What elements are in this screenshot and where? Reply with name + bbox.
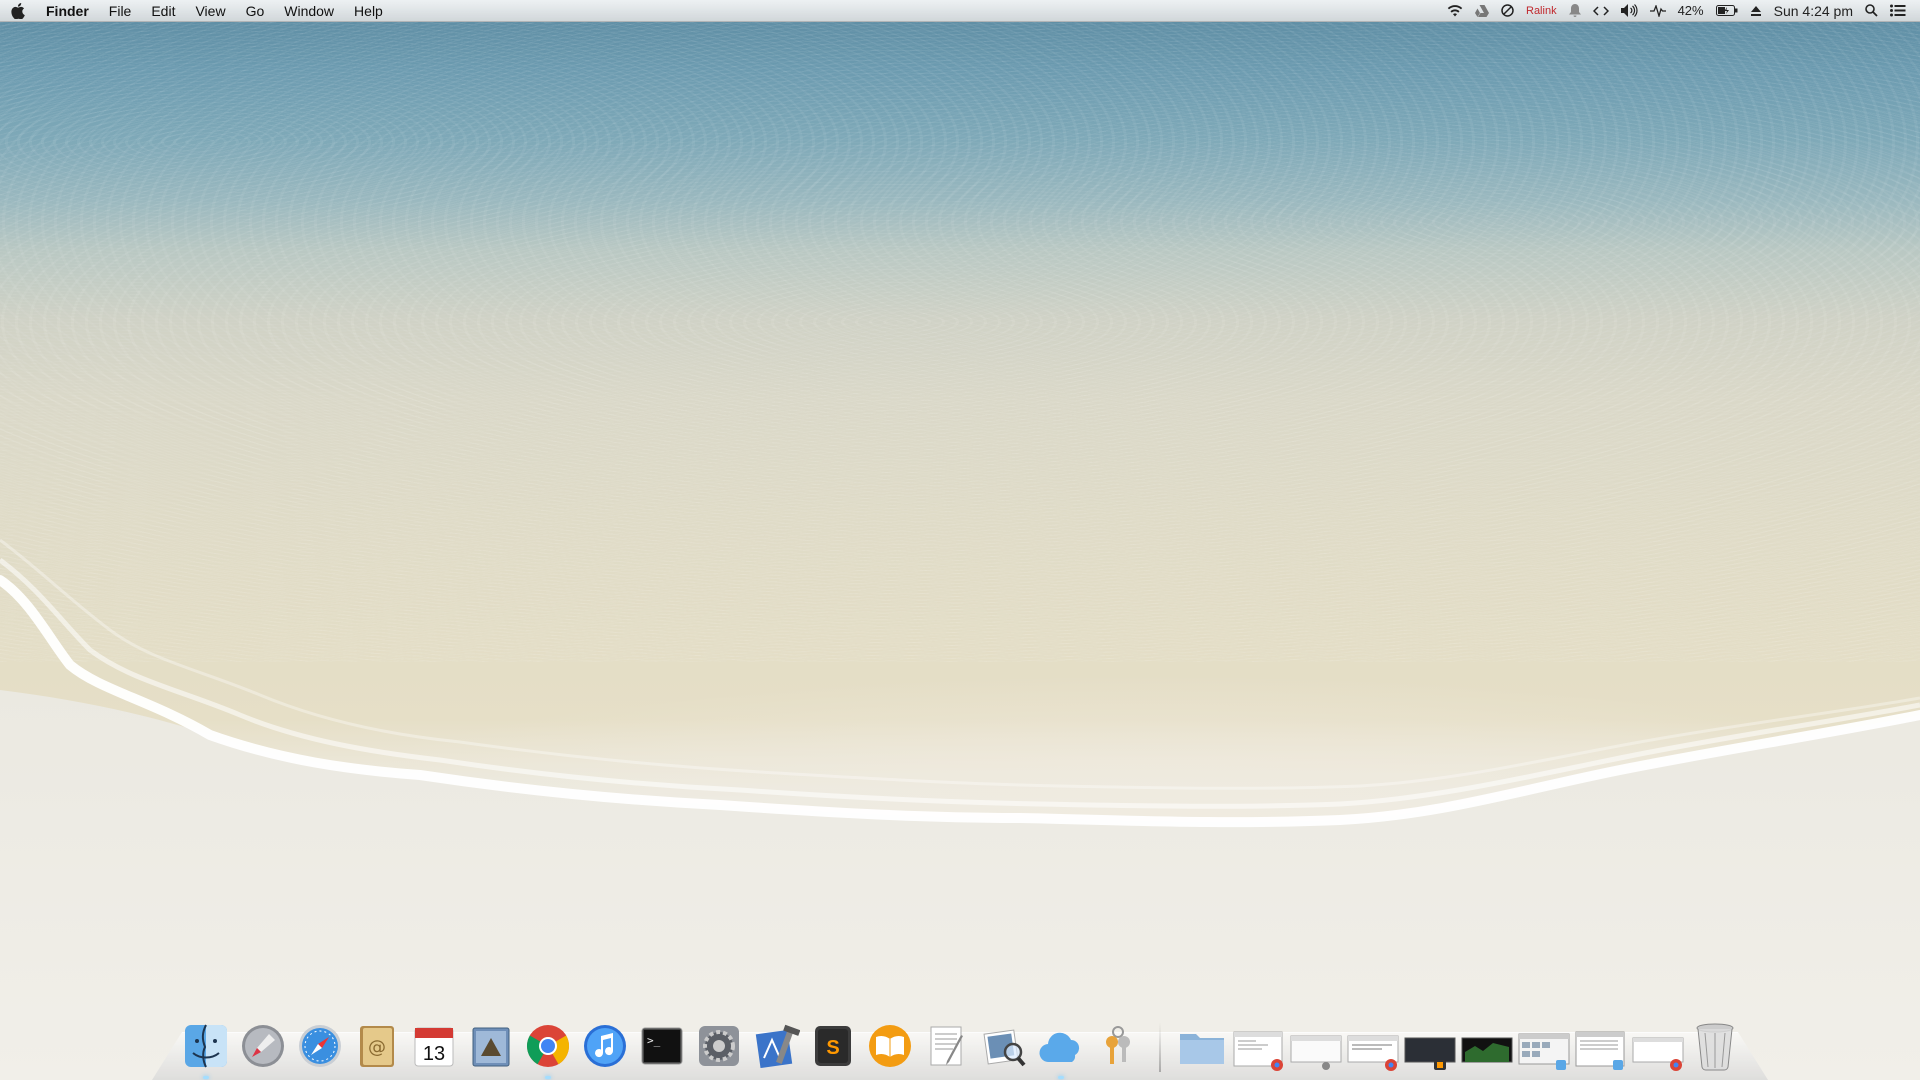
growl-icon[interactable]: [1563, 0, 1587, 22]
dock-preview[interactable]: [978, 1020, 1030, 1072]
eject-icon[interactable]: [1744, 0, 1768, 22]
dock-sublime-text[interactable]: S: [807, 1020, 859, 1072]
dock-cloud-app[interactable]: [1035, 1020, 1087, 1079]
dock-trash[interactable]: [1689, 1020, 1741, 1072]
window-thumbnail-icon: [1518, 1033, 1570, 1070]
terminal-icon: >_: [641, 1027, 683, 1065]
menu-go[interactable]: Go: [236, 0, 275, 22]
window-thumbnail-icon: [1461, 1037, 1513, 1063]
menu-app-name[interactable]: Finder: [36, 0, 99, 22]
menu-view[interactable]: View: [185, 0, 235, 22]
do-not-disturb-icon[interactable]: [1495, 0, 1520, 22]
battery-percentage[interactable]: 42%: [1672, 0, 1710, 22]
dock-separator: [1159, 1022, 1161, 1072]
itunes-icon: [584, 1025, 626, 1067]
dock-itunes[interactable]: [579, 1020, 631, 1072]
dock-xcode[interactable]: [750, 1020, 802, 1072]
menu-edit[interactable]: Edit: [141, 0, 185, 22]
system-preferences-icon: [699, 1026, 739, 1066]
activity-monitor-icon[interactable]: [1644, 0, 1672, 22]
dock-finder[interactable]: [180, 1020, 232, 1079]
dock-minimized-window-7[interactable]: [1575, 1028, 1627, 1072]
dock: @ 13 >_ S: [152, 1010, 1768, 1080]
running-indicator: [1058, 1076, 1064, 1079]
dock-minimized-window-2[interactable]: [1290, 1028, 1342, 1072]
dock-mail[interactable]: [465, 1020, 517, 1072]
calendar-icon: 13: [414, 1027, 454, 1067]
apple-menu-icon[interactable]: [0, 0, 36, 22]
window-thumbnail-icon: [1632, 1037, 1684, 1071]
dock-ibooks[interactable]: [864, 1020, 916, 1072]
terminal-prompt: >_: [647, 1034, 661, 1047]
dock-keychain-access[interactable]: [1092, 1020, 1144, 1072]
menu-help[interactable]: Help: [344, 0, 393, 22]
dock-launchpad[interactable]: [237, 1020, 289, 1072]
contacts-icon: @: [360, 1026, 394, 1067]
spotlight-search-icon[interactable]: [1859, 0, 1884, 22]
svg-text:@: @: [368, 1037, 386, 1058]
wallpaper-shoreline: [0, 538, 1920, 1080]
cloud-app-icon: [1039, 1032, 1080, 1063]
running-indicator: [203, 1076, 209, 1079]
menu-bar: Finder File Edit View Go Window Help Ral…: [0, 0, 1920, 22]
safari-icon: [299, 1025, 341, 1067]
dock-minimized-window-8[interactable]: [1632, 1028, 1684, 1072]
dock-safari[interactable]: [294, 1020, 346, 1072]
folder-icon: [1180, 1034, 1224, 1064]
sublime-letter: S: [826, 1037, 839, 1059]
menu-window[interactable]: Window: [274, 0, 344, 22]
ibooks-icon: [869, 1025, 911, 1067]
menu-clock[interactable]: Sun 4:24 pm: [1768, 0, 1859, 22]
sublime-text-icon: S: [815, 1026, 851, 1066]
window-thumbnail-icon: [1290, 1035, 1342, 1070]
wallpaper-water: [0, 22, 1920, 662]
calendar-date: 13: [423, 1043, 445, 1065]
volume-icon[interactable]: [1615, 0, 1644, 22]
keychain-icon: [1106, 1026, 1130, 1064]
finder-icon: [185, 1024, 227, 1068]
dock-terminal[interactable]: >_: [636, 1020, 688, 1072]
google-drive-icon[interactable]: [1469, 0, 1495, 22]
window-thumbnail-icon: [1404, 1037, 1456, 1070]
textedit-icon: [930, 1026, 963, 1066]
window-thumbnail-icon: [1347, 1035, 1399, 1071]
dock-items: @ 13 >_ S: [180, 1010, 1741, 1079]
desktop[interactable]: Finder File Edit View Go Window Help Ral…: [0, 0, 1920, 1080]
preview-icon: [983, 1029, 1026, 1067]
dock-minimized-window-1[interactable]: [1233, 1028, 1285, 1072]
wifi-icon[interactable]: [1441, 0, 1469, 22]
dock-contacts[interactable]: @: [351, 1020, 403, 1072]
dock-chrome[interactable]: [522, 1020, 574, 1079]
code-brackets-icon[interactable]: [1587, 0, 1615, 22]
window-thumbnail-icon: [1575, 1031, 1625, 1070]
dock-calendar[interactable]: 13: [408, 1020, 460, 1072]
ralink-wireless-status[interactable]: Ralink: [1520, 0, 1563, 22]
battery-icon[interactable]: [1710, 0, 1744, 22]
dock-minimized-window-4[interactable]: [1404, 1028, 1456, 1072]
dock-textedit[interactable]: [921, 1020, 973, 1072]
mail-icon: [472, 1027, 510, 1067]
dock-minimized-window-3[interactable]: [1347, 1028, 1399, 1072]
window-thumbnail-icon: [1233, 1031, 1283, 1071]
running-indicator: [545, 1076, 551, 1079]
chrome-icon: [526, 1025, 570, 1067]
notification-center-icon[interactable]: [1884, 0, 1912, 22]
launchpad-icon: [242, 1025, 284, 1067]
dock-system-preferences[interactable]: [693, 1020, 745, 1072]
trash-icon: [1696, 1023, 1734, 1071]
dock-minimized-window-6[interactable]: [1518, 1028, 1570, 1072]
xcode-icon: [755, 1024, 800, 1069]
menu-file[interactable]: File: [99, 0, 142, 22]
dock-minimized-window-5[interactable]: [1461, 1028, 1513, 1072]
dock-documents-folder[interactable]: [1176, 1020, 1228, 1072]
